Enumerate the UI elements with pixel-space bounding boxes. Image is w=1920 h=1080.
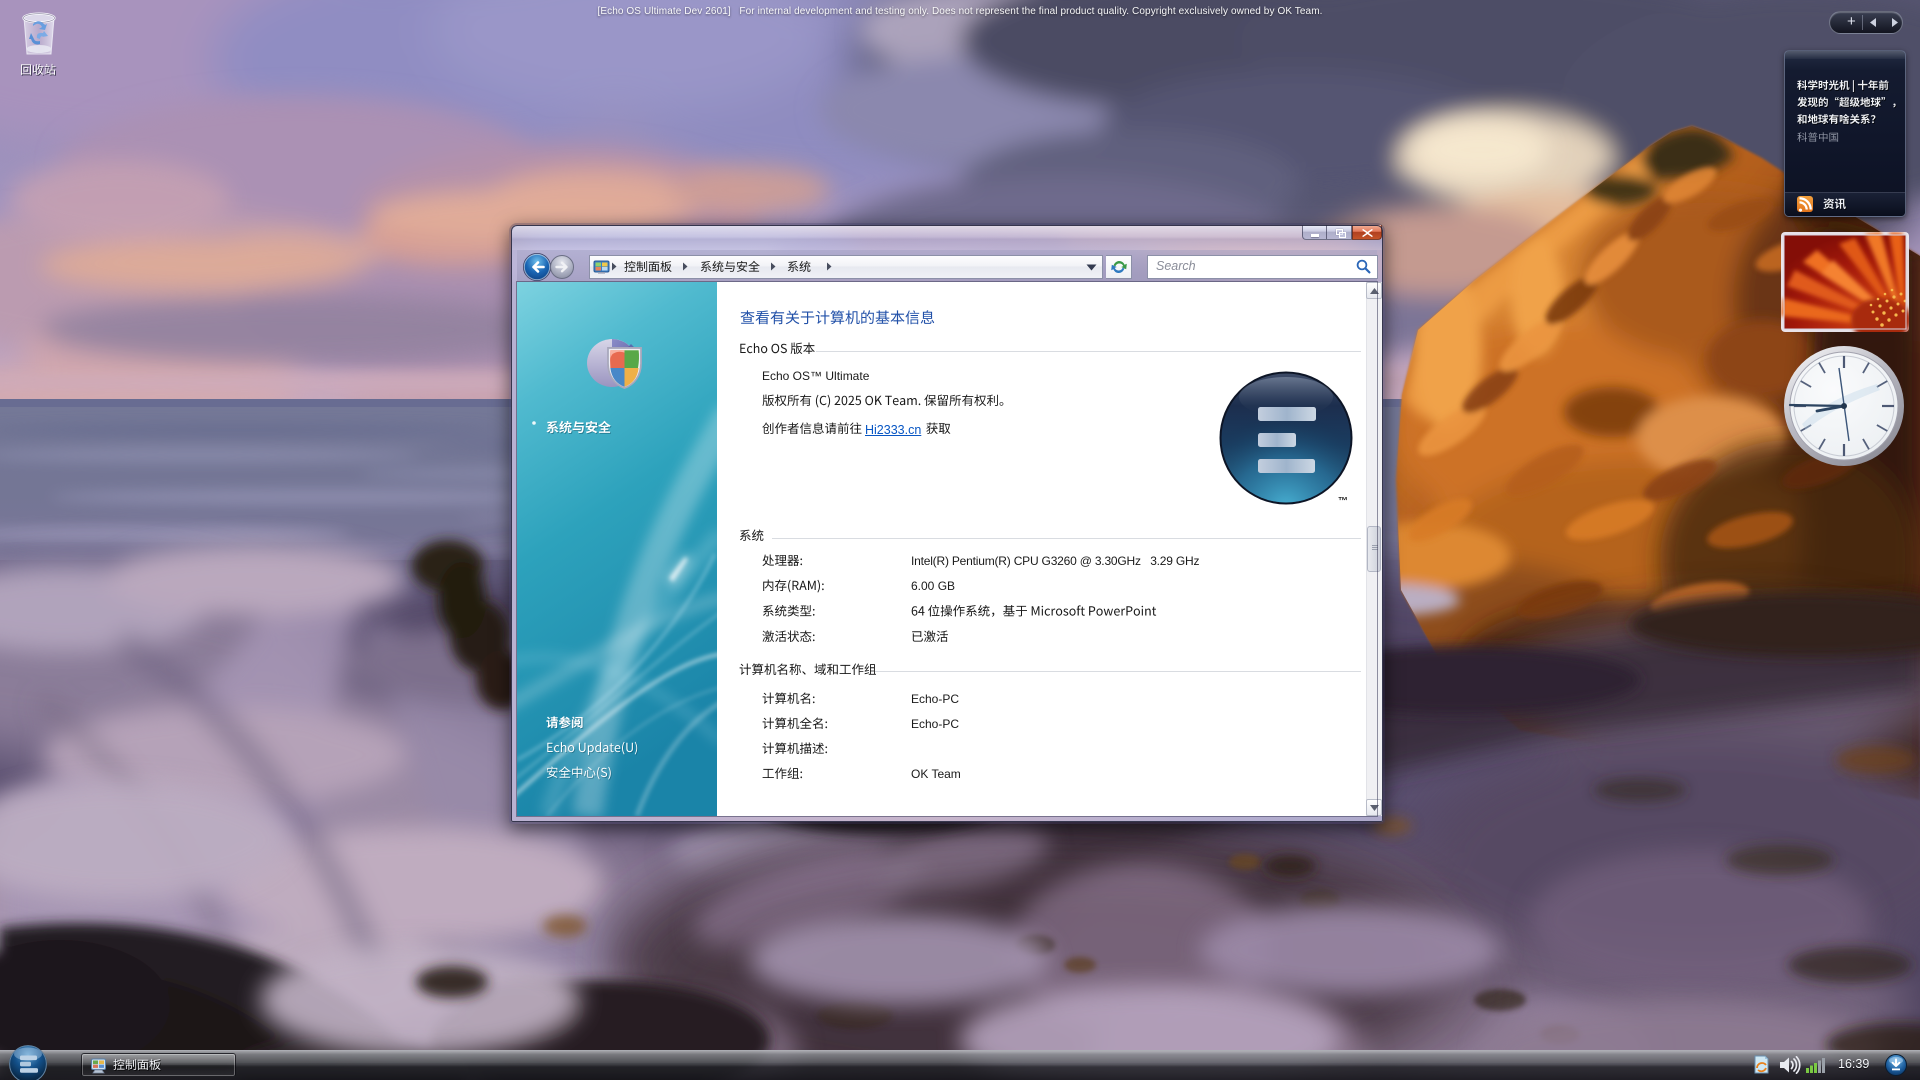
svg-text:™: ™ (1338, 496, 1348, 507)
